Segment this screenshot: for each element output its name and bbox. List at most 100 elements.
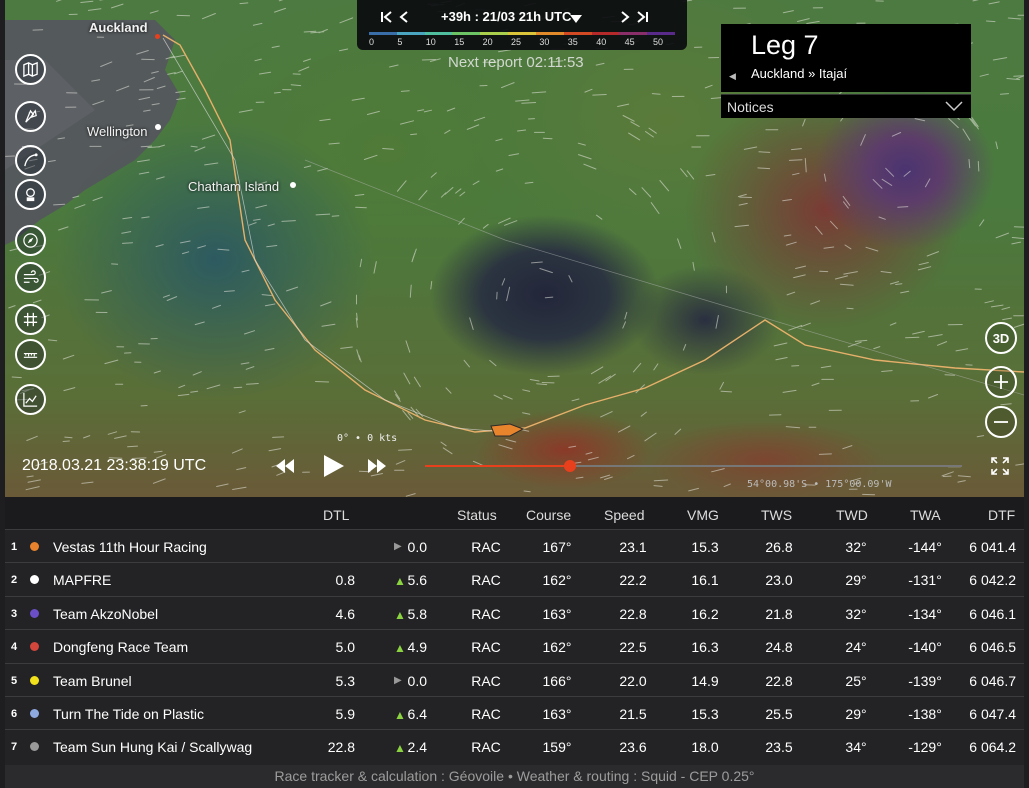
last-forecast-button[interactable] [634, 7, 652, 27]
first-forecast-button[interactable] [377, 7, 395, 27]
scale-segment [647, 32, 675, 35]
dtl-delta: 0.0 [407, 539, 427, 555]
rank: 6 [11, 707, 18, 720]
trend-flat-icon: ▶ [394, 541, 402, 552]
status-value: RAC [471, 539, 501, 555]
next-forecast-button[interactable] [616, 7, 634, 27]
col-speed[interactable]: Speed [604, 507, 644, 523]
city-label-auckland: Auckland [89, 20, 148, 35]
playback-buttons [276, 455, 386, 477]
table-row[interactable]: 4 Dongfeng Race Team 5.0 ▲ 4.9 RAC 162° 22.5 16.… [5, 629, 1024, 662]
credits-footer: Race tracker & calculation : Géovoile • … [5, 765, 1024, 788]
map-book-icon [23, 61, 38, 78]
view-3d-button[interactable]: 3D [985, 322, 1017, 354]
zoom-in-button[interactable] [985, 366, 1017, 398]
timeline-slider[interactable] [425, 460, 962, 472]
skip-end-icon [637, 11, 648, 23]
rank: 3 [11, 607, 18, 620]
table-row[interactable]: 2 MAPFRE 0.8 ▲ 5.6 RAC 162° 22.2 16.1 23.0 29° -131… [5, 562, 1024, 595]
tws-value: 25.5 [765, 705, 793, 722]
play-icon[interactable] [324, 455, 344, 477]
col-twd[interactable]: TWD [836, 507, 868, 523]
dtl-delta: 5.6 [407, 572, 427, 589]
vmg-value: 14.9 [691, 672, 719, 689]
dtf-value: 6 046.7 [969, 672, 1016, 689]
col-dtl[interactable]: DTL [323, 507, 349, 523]
scale-label: 30 [539, 37, 550, 47]
dtf-value: 6 064.2 [969, 739, 1016, 756]
scale-label: 45 [624, 37, 635, 47]
map-book-button[interactable] [15, 54, 46, 85]
route-button[interactable] [15, 145, 46, 176]
dtl-value: 0.8 [335, 572, 355, 589]
team-name[interactable]: Dongfeng Race Team [53, 639, 188, 655]
notices-dropdown[interactable]: Notices [721, 94, 971, 118]
course-value: 163° [542, 605, 572, 622]
col-course[interactable]: Course [526, 507, 571, 523]
compass-button[interactable] [15, 225, 46, 256]
dtl-value: 22.8 [327, 739, 355, 756]
table-row[interactable]: 5 Team Brunel 5.3 ▶ 0.0 RAC 166° 22.0 14.9 22.8 25… [5, 662, 1024, 696]
vmg-value: 15.3 [691, 539, 719, 555]
team-color-dot [30, 575, 39, 585]
course-value: 167° [542, 539, 572, 555]
col-dtf[interactable]: DTF [988, 507, 1015, 523]
team-color-dot [30, 642, 39, 652]
team-color-dot [30, 708, 39, 718]
table-row[interactable]: 6 Turn The Tide on Plastic 5.9 ▲ 6.4 RAC 163° 2… [5, 695, 1024, 729]
tws-value: 23.0 [765, 572, 793, 589]
triangle-left-icon[interactable]: ◀ [729, 71, 736, 82]
fast-forward-icon[interactable] [368, 459, 386, 473]
team-color-dot [30, 542, 39, 551]
col-vmg[interactable]: VMG [687, 507, 719, 523]
rewind-icon[interactable] [276, 459, 294, 473]
status-value: RAC [471, 639, 501, 656]
grid-icon [23, 312, 38, 327]
scale-segment [591, 32, 620, 35]
weather-map[interactable]: Auckland Wellington Chatham Island Next … [5, 0, 1024, 497]
dtl-value: 5.9 [335, 705, 355, 722]
col-status[interactable]: Status [457, 507, 497, 523]
twd-value: 32° [845, 605, 867, 622]
course-value: 166° [542, 672, 572, 689]
chart-button[interactable] [15, 384, 46, 415]
team-name[interactable]: Turn The Tide on Plastic [53, 706, 204, 722]
col-twa[interactable]: TWA [910, 507, 941, 523]
boats-button[interactable] [15, 101, 46, 132]
scale-label: 35 [567, 37, 578, 47]
scale-label: 50 [653, 37, 664, 47]
dtl-delta: 4.9 [407, 639, 427, 656]
timeline-handle[interactable] [563, 460, 576, 472]
scale-label: 0 [369, 37, 375, 47]
team-name[interactable]: Team AkzoNobel [53, 606, 158, 622]
grid-button[interactable] [15, 304, 46, 335]
scale-segment [424, 32, 453, 35]
boat-marker [490, 423, 525, 437]
team-name[interactable]: Vestas 11th Hour Racing [53, 539, 207, 555]
wind-button[interactable] [15, 262, 46, 293]
fullscreen-icon [991, 457, 1009, 475]
table-row[interactable]: 1 Vestas 11th Hour Racing ▶ 0.0 RAC 167° 23.1 1… [5, 529, 1024, 562]
table-row[interactable]: 7 Team Sun Hung Kai / Scallywag 22.8 ▲ 2.4 RA… [5, 729, 1024, 762]
team-name[interactable]: MAPFRE [53, 572, 111, 588]
forecast-time-dropdown[interactable] [569, 11, 583, 29]
timeline-progress [425, 465, 570, 467]
col-tws[interactable]: TWS [761, 507, 792, 523]
twd-value: 29° [845, 572, 867, 589]
vmg-value: 18.0 [691, 739, 719, 756]
team-name[interactable]: Team Brunel [53, 673, 132, 689]
table-row[interactable]: 3 Team AkzoNobel 4.6 ▲ 5.8 RAC 163° 22.8 16.2 21.… [5, 595, 1024, 629]
team-name[interactable]: Team Sun Hung Kai / Scallywag [53, 739, 252, 755]
fullscreen-button[interactable] [990, 456, 1010, 481]
chevron-right-icon [621, 11, 630, 23]
ruler-button[interactable] [15, 339, 46, 370]
twd-value: 32° [845, 539, 867, 555]
course-value: 162° [542, 572, 572, 589]
scale-segment [396, 32, 425, 35]
prev-forecast-button[interactable] [395, 7, 413, 27]
route-icon [24, 153, 38, 167]
tracker-button[interactable] [15, 179, 46, 210]
scale-label: 15 [454, 37, 465, 47]
zoom-out-button[interactable] [985, 406, 1017, 438]
tws-value: 23.5 [765, 739, 793, 756]
